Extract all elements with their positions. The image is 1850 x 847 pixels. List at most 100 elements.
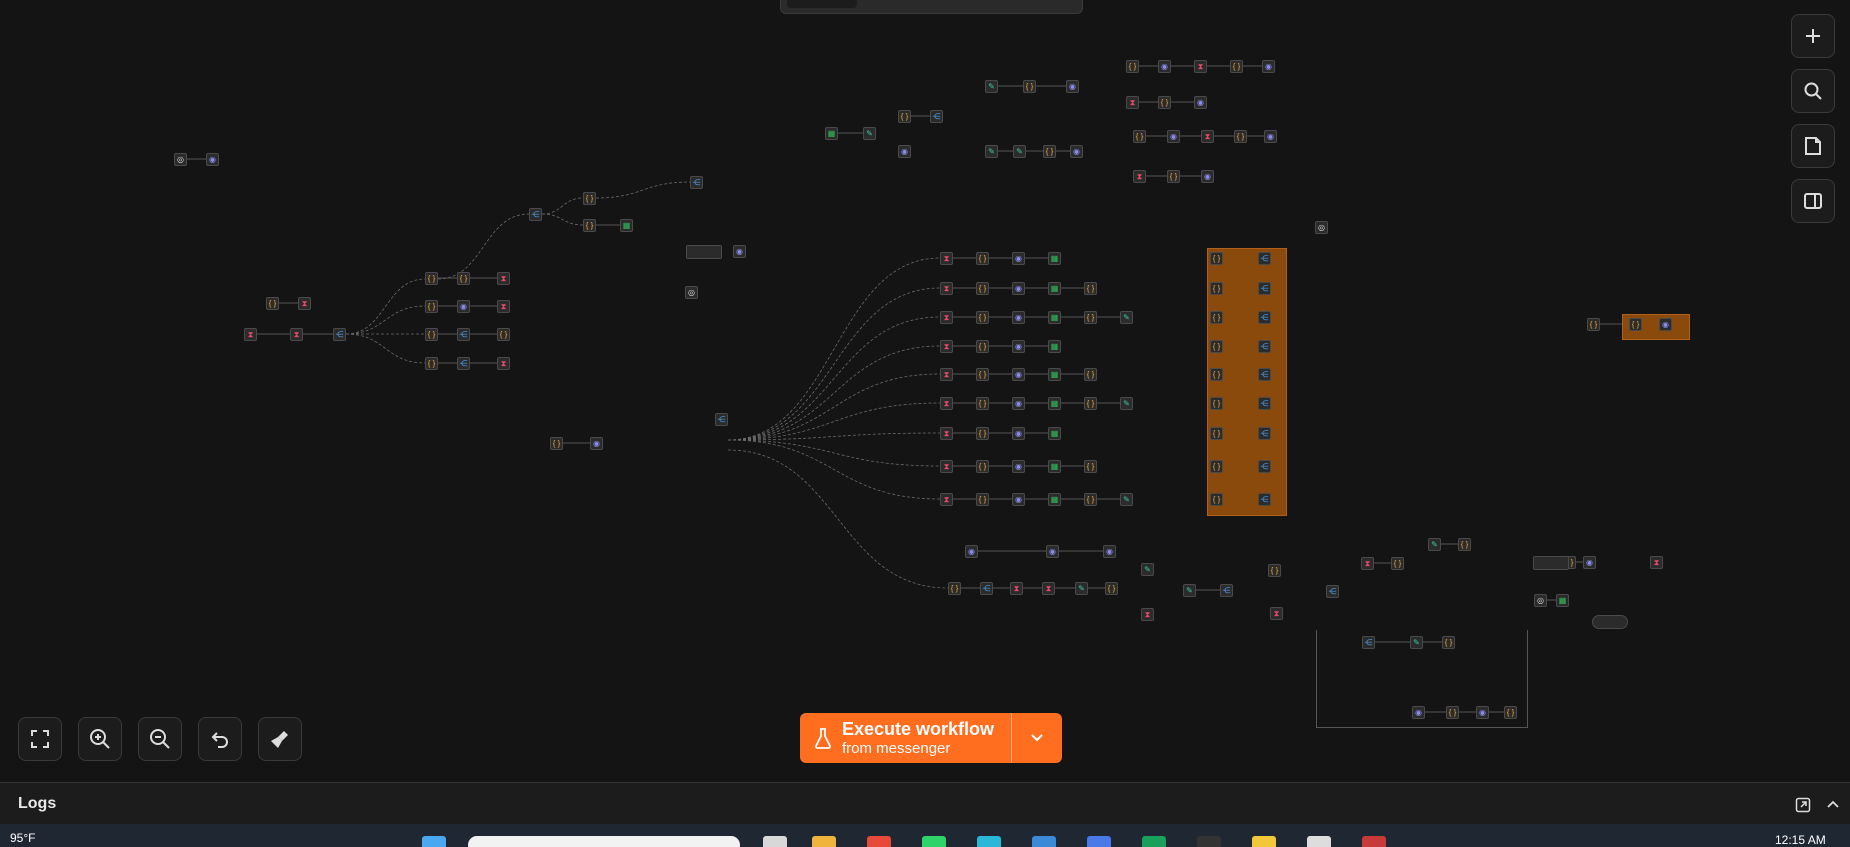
- execute-workflow-button[interactable]: Execute workflow from messenger: [800, 713, 1062, 763]
- chevron-up-icon[interactable]: [1826, 799, 1840, 809]
- workflow-node-wait[interactable]: ⧗: [940, 460, 953, 473]
- taskbar-app-1[interactable]: [763, 836, 787, 847]
- workflow-node-http[interactable]: ◉: [1264, 130, 1277, 143]
- taskbar-app-11[interactable]: [1307, 836, 1331, 847]
- taskbar-app-3[interactable]: [867, 836, 891, 847]
- workflow-node-if[interactable]: ⋲: [1326, 585, 1339, 598]
- workflow-node-set[interactable]: ✎: [1120, 397, 1133, 410]
- workflow-node-wait[interactable]: ⧗: [1010, 582, 1023, 595]
- workflow-node-wait[interactable]: ⧗: [940, 427, 953, 440]
- workflow-node-http[interactable]: ◉: [457, 300, 470, 313]
- workflow-node-http[interactable]: ◉: [1046, 545, 1059, 558]
- workflow-node-sheet[interactable]: ▦: [1048, 460, 1061, 473]
- workflow-node-http[interactable]: ◉: [1012, 427, 1025, 440]
- workflow-node-http[interactable]: ◉: [1012, 397, 1025, 410]
- workflow-node-code[interactable]: { }: [425, 328, 438, 341]
- workflow-node-trig[interactable]: ◎: [1315, 221, 1328, 234]
- popout-icon[interactable]: [1795, 797, 1811, 813]
- workflow-node-wait[interactable]: ⧗: [1141, 608, 1154, 621]
- switch-node[interactable]: ⋲: [715, 413, 728, 426]
- workflow-node-if[interactable]: ⋲: [1362, 636, 1375, 649]
- workflow-node-wait[interactable]: ⧗: [290, 328, 303, 341]
- tool-node[interactable]: [1592, 615, 1628, 629]
- workflow-node-set[interactable]: ✎: [1120, 493, 1133, 506]
- workflow-node-if[interactable]: ⋲: [1258, 397, 1271, 410]
- workflow-node-wait[interactable]: ⧗: [940, 311, 953, 324]
- workflow-node-sheet[interactable]: ▦: [825, 127, 838, 140]
- workflow-node-if[interactable]: ⋲: [1258, 252, 1271, 265]
- workflow-node-http[interactable]: ◉: [1659, 318, 1672, 331]
- workflow-node-set[interactable]: ✎: [1183, 584, 1196, 597]
- workflow-node-if[interactable]: ⋲: [1258, 340, 1271, 353]
- taskbar-app-12[interactable]: [1362, 836, 1386, 847]
- tidy-up-button[interactable]: [258, 717, 302, 761]
- workflow-node-if[interactable]: ⋲: [529, 208, 542, 221]
- workflow-node-wait[interactable]: ⧗: [940, 397, 953, 410]
- workflow-node-wait[interactable]: ⧗: [244, 328, 257, 341]
- workflow-node-code[interactable]: { }: [1084, 368, 1097, 381]
- workflow-node-http[interactable]: ◉: [1070, 145, 1083, 158]
- workflow-node-code[interactable]: { }: [425, 357, 438, 370]
- workflow-node-code[interactable]: { }: [583, 192, 596, 205]
- taskbar-app-10[interactable]: [1252, 836, 1276, 847]
- workflow-node-code[interactable]: { }: [425, 272, 438, 285]
- workflow-node-wait[interactable]: ⧗: [497, 300, 510, 313]
- workflow-node-sheet[interactable]: ▦: [1556, 594, 1569, 607]
- workflow-node-code[interactable]: { }: [1043, 145, 1056, 158]
- workflow-node-code[interactable]: { }: [1391, 557, 1404, 570]
- toggle-panel-button[interactable]: [1791, 179, 1835, 223]
- workflow-node-code[interactable]: { }: [1105, 582, 1118, 595]
- logs-panel[interactable]: Logs: [0, 782, 1850, 824]
- workflow-node-code[interactable]: { }: [1210, 368, 1223, 381]
- taskbar-app-4[interactable]: [922, 836, 946, 847]
- agent-node-2[interactable]: [1533, 556, 1569, 570]
- workflow-node-trig[interactable]: ◎: [1534, 594, 1547, 607]
- workflow-node-wait[interactable]: ⧗: [1650, 556, 1663, 569]
- undo-button[interactable]: [198, 717, 242, 761]
- workflow-node-http[interactable]: ◉: [1262, 60, 1275, 73]
- workflow-node-http[interactable]: ◉: [1167, 130, 1180, 143]
- workflow-node-http[interactable]: ◉: [1158, 60, 1171, 73]
- workflow-node-code[interactable]: { }: [1084, 493, 1097, 506]
- workflow-node-code[interactable]: { }: [1268, 564, 1281, 577]
- workflow-node-set[interactable]: ✎: [985, 80, 998, 93]
- workflow-node-code[interactable]: { }: [1023, 80, 1036, 93]
- workflow-node-code[interactable]: { }: [1234, 130, 1247, 143]
- workflow-node-set[interactable]: ✎: [1410, 636, 1423, 649]
- taskbar-app-9[interactable]: [1197, 836, 1221, 847]
- workflow-node-code[interactable]: { }: [1446, 706, 1459, 719]
- workflow-node-wait[interactable]: ⧗: [1361, 557, 1374, 570]
- workflow-node-if[interactable]: ⋲: [1258, 427, 1271, 440]
- workflow-node-wait[interactable]: ⧗: [940, 252, 953, 265]
- fit-view-button[interactable]: [18, 717, 62, 761]
- workflow-node-http[interactable]: ◉: [1583, 556, 1596, 569]
- workflow-node-set[interactable]: ✎: [1428, 538, 1441, 551]
- workflow-node-set[interactable]: ✎: [985, 145, 998, 158]
- workflow-node-sheet[interactable]: ▦: [1048, 397, 1061, 410]
- workflow-node-code[interactable]: { }: [457, 272, 470, 285]
- workflow-node-wait[interactable]: ⧗: [497, 272, 510, 285]
- workflow-node-code[interactable]: { }: [1133, 130, 1146, 143]
- workflow-node-sheet[interactable]: ▦: [1048, 340, 1061, 353]
- workflow-node-if[interactable]: ⋲: [1258, 311, 1271, 324]
- workflow-node-http[interactable]: ◉: [898, 145, 911, 158]
- taskbar-app-2[interactable]: [812, 836, 836, 847]
- workflow-node-http[interactable]: ◉: [206, 153, 219, 166]
- workflow-node-code[interactable]: { }: [976, 368, 989, 381]
- workflow-node-http[interactable]: ◉: [1012, 282, 1025, 295]
- workflow-node-http[interactable]: ◉: [1012, 311, 1025, 324]
- workflow-node-if[interactable]: ⋲: [930, 110, 943, 123]
- workflow-node-http[interactable]: ◉: [1476, 706, 1489, 719]
- taskbar-app-8[interactable]: [1142, 836, 1166, 847]
- workflow-node-http[interactable]: ◉: [733, 245, 746, 258]
- workflow-node-http[interactable]: ◉: [1412, 706, 1425, 719]
- workflow-node-wait[interactable]: ⧗: [1042, 582, 1055, 595]
- workflow-node-code[interactable]: { }: [1230, 60, 1243, 73]
- taskbar-app-5[interactable]: [977, 836, 1001, 847]
- workflow-node-code[interactable]: { }: [1210, 427, 1223, 440]
- search-nodes-button[interactable]: [1791, 69, 1835, 113]
- workflow-node-code[interactable]: { }: [1158, 96, 1171, 109]
- taskbar-app-7[interactable]: [1087, 836, 1111, 847]
- workflow-node-wait[interactable]: ⧗: [940, 282, 953, 295]
- workflow-node-if[interactable]: ⋲: [333, 328, 346, 341]
